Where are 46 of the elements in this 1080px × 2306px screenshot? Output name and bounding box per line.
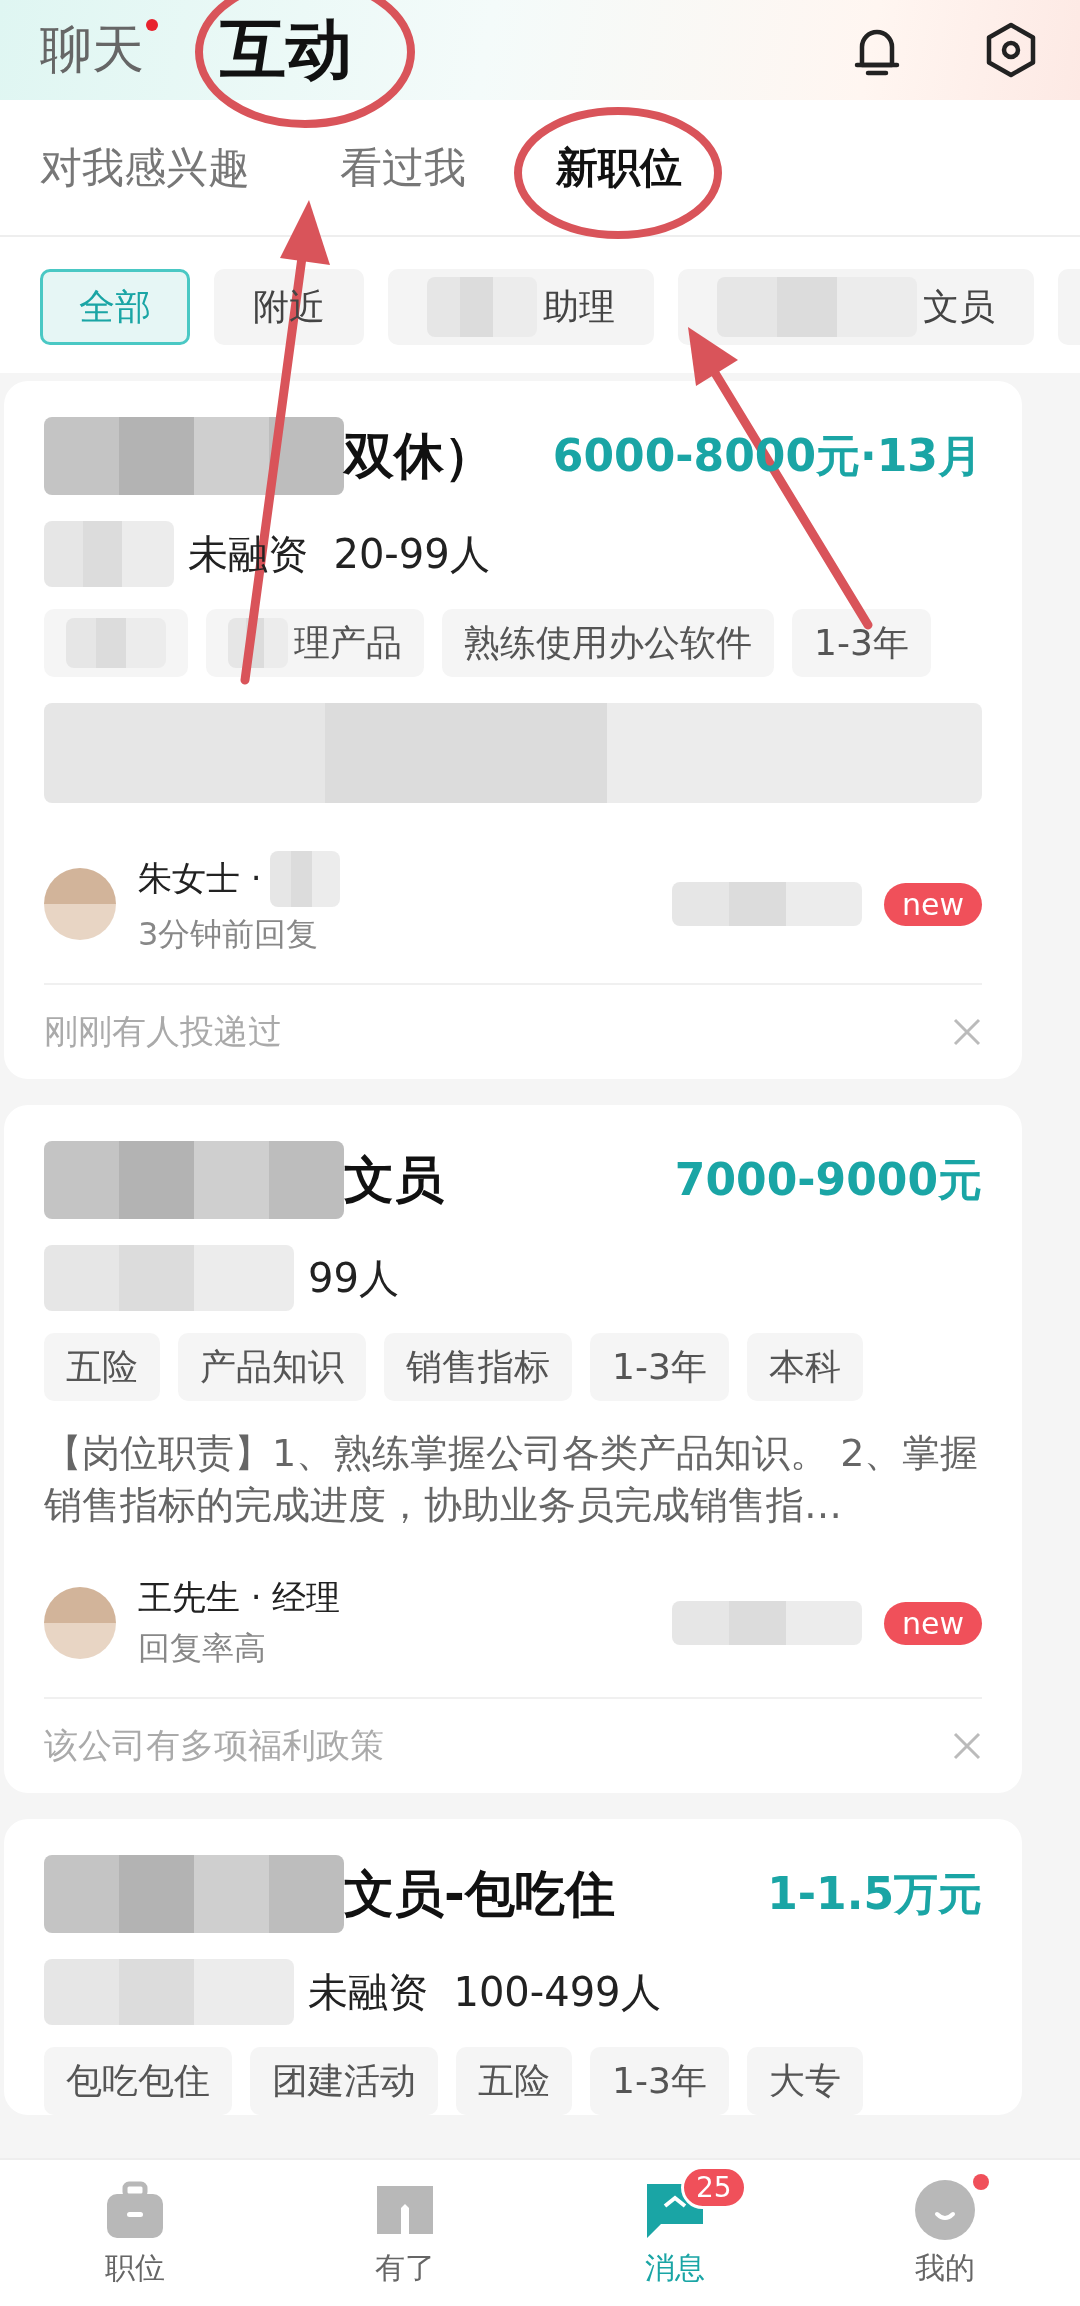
salary: 7000-9000元 [674,1152,982,1207]
tag-text: 大专 [768,2058,841,2103]
job-description: 【岗位职责】1、熟练掌握公司各类产品知识。 2、掌握销售指标的完成进度，协助业务员完成销售指… [44,1430,980,1529]
job-card[interactable]: 文员 7000-9000元 99人 五险 产品知识 销售指标 1-3年 本科 【岗位职责】1、熟练掌握公司各类产品知识。 2、掌握销售指标的完成进度，协助业务员完成销售指… 王先生 · 经理 回复率高 new 该公司有多项福利政策 [4,1105,1022,1793]
close-icon[interactable] [952,1731,982,1761]
filter-chip[interactable]: 助理 [388,269,654,345]
sub-tab[interactable]: 对我感兴趣 [40,139,250,196]
nav-tab[interactable]: 有了 [270,2160,540,2306]
salary: 1-1.5万元 [767,1866,982,1921]
tag-text: 熟练使用办公软件 [464,620,752,665]
tag-text: 包吃包住 [66,2058,210,2103]
reply-status: 回复率高 [138,1628,267,1669]
tag-text: 理产品 [294,620,402,665]
filter-chip[interactable]: 文员 [678,269,1034,345]
tag-text: 五险 [478,2058,550,2103]
reply-status: 3分钟前回复 [138,914,320,955]
tag-text: 销售指标 [406,1344,550,1389]
sub-tab[interactable]: 新职位 [556,139,682,196]
card-note: 刚刚有人投递过 [44,1010,282,1053]
tag-text: 1-3年 [814,620,909,665]
card-note: 该公司有多项福利政策 [44,1724,384,1767]
close-icon[interactable] [952,1017,982,1047]
smiley-icon [913,2177,977,2242]
job-title: 双休） [344,425,494,487]
tag-text: 本科 [768,1344,841,1389]
top-tab[interactable]: 互动 [220,5,352,95]
tag-text: 1-3年 [612,2058,707,2103]
nav-tab[interactable]: 职位 [0,2160,270,2306]
company-info: 99人 [308,1253,399,1303]
new-badge: new [884,882,982,926]
recruiter-name: 朱女士 · [138,857,262,900]
top-tab[interactable]: 聊天 [40,15,144,85]
job-card[interactable]: 文员-包吃住 1-1.5万元 未融资 100-499人 包吃包住 团建活动 五险 1-3年 大专 [4,1819,1022,2115]
count-badge: 25 [681,2166,747,2209]
job-title: 文员-包吃住 [344,1863,615,1925]
nav-tab[interactable]: 消息 25 [540,2160,810,2306]
tag-text: 1-3年 [612,1344,707,1389]
company-info: 未融资 100-499人 [308,1967,661,2017]
nav-tab[interactable]: 我的 [810,2160,1080,2306]
new-badge: new [884,1601,982,1645]
sub-tab[interactable]: 看过我 [340,139,466,196]
tag-text: 产品知识 [200,1344,344,1389]
tag-text: 团建活动 [272,2058,416,2103]
job-title: 文员 [344,1149,444,1211]
tag-text: 五险 [66,1344,138,1389]
recruiter-name: 王先生 · 经理 [138,1576,341,1619]
